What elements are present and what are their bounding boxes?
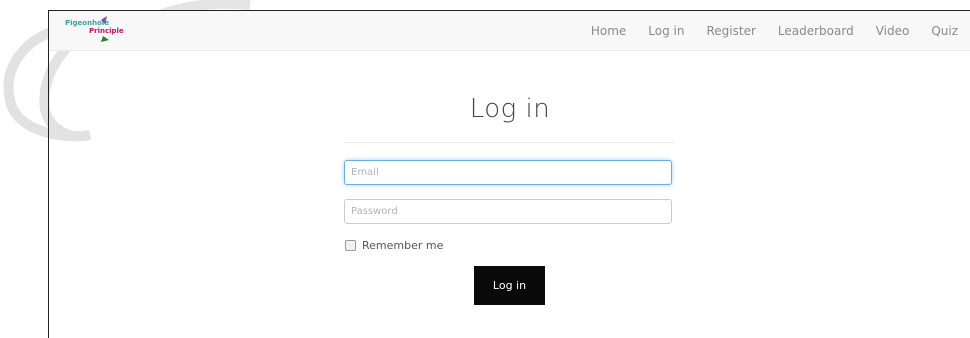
nav-home-link[interactable]: Home <box>591 24 626 38</box>
nav-register-link[interactable]: Register <box>706 24 755 38</box>
nav-video-link[interactable]: Video <box>876 24 910 38</box>
login-button[interactable]: Log in <box>474 266 545 305</box>
nav-quiz-link[interactable]: Quiz <box>931 24 958 38</box>
frame-left-border <box>48 10 49 338</box>
email-field[interactable] <box>344 160 672 185</box>
nav-leaderboard-link[interactable]: Leaderboard <box>778 24 854 38</box>
nav-links: Home Log in Register Leaderboard Video Q… <box>569 11 958 50</box>
svg-text:Principle: Principle <box>89 27 124 35</box>
nav-login-link[interactable]: Log in <box>648 24 684 38</box>
remember-me-label: Remember me <box>362 238 444 252</box>
title-divider <box>344 142 674 143</box>
page-title: Log in <box>469 94 551 124</box>
brand-logo[interactable]: Pigeonhole Principle <box>63 14 127 44</box>
remember-me-checkbox[interactable] <box>345 239 356 251</box>
navbar: Pigeonhole Principle Home Log in Registe… <box>49 11 970 51</box>
password-field[interactable] <box>344 199 672 224</box>
remember-me[interactable]: Remember me <box>345 238 443 252</box>
